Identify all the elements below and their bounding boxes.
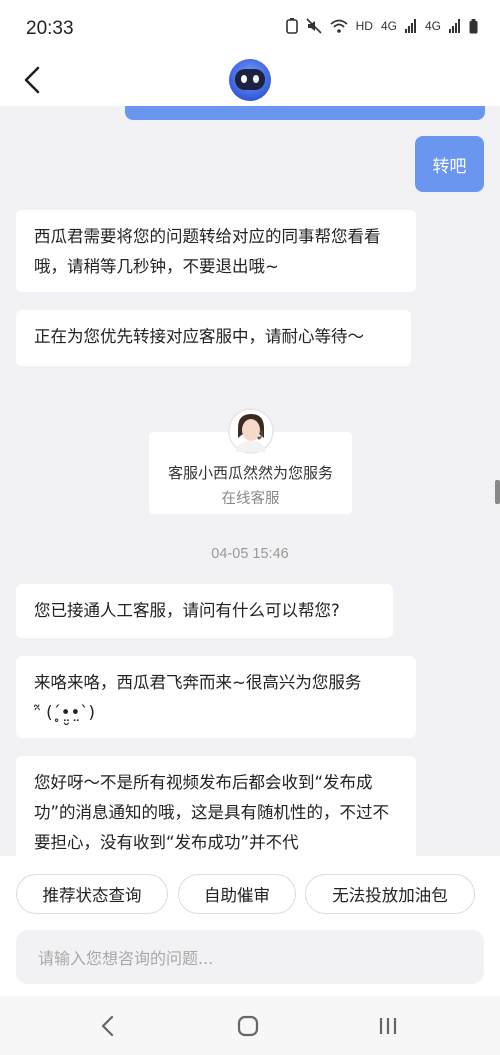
message-timestamp: 04-05 15:46 xyxy=(211,546,289,562)
user-message-partial xyxy=(125,106,485,120)
signal-icon xyxy=(449,19,460,33)
hd-label: HD xyxy=(355,19,373,33)
agent-message-bubble: 您好呀～不是所有视频发布后都会收到“发布成功”的消息通知的哦，这是具有随机性的，… xyxy=(16,756,416,856)
wifi-icon xyxy=(330,19,348,33)
signal-1-label: 4G xyxy=(380,19,397,33)
chat-header xyxy=(0,58,500,106)
agent-message-line: 来咯来咯，西瓜君飞奔而来~很高兴为您服务 xyxy=(34,673,362,692)
signal-2-label: 4G xyxy=(424,19,441,33)
scrollbar-thumb[interactable] xyxy=(495,480,500,504)
chat-area[interactable]: 转吧 西瓜君需要将您的问题转给对应的同事帮您看看哦，请稍等几秒钟，不要退出哦~ … xyxy=(0,106,500,856)
quick-reply-chip[interactable]: 推荐状态查询 xyxy=(16,874,168,914)
status-time: 20:33 xyxy=(26,18,74,39)
nav-recents-icon[interactable] xyxy=(372,1010,404,1042)
back-button[interactable] xyxy=(18,64,50,96)
signal-icon xyxy=(404,19,416,33)
message-input[interactable]: 请输入您想咨询的问题... xyxy=(16,930,484,984)
bot-message-bubble: 正在为您优先转接对应客服中，请耐心等待～ xyxy=(16,310,411,366)
agent-message-bubble: 来咯来咯，西瓜君飞奔而来~很高兴为您服务 ᵔ̃ (ˊ̥•̤̮•̤ˋ) xyxy=(16,656,416,738)
status-icons: HD 4G 4G xyxy=(285,18,478,34)
system-nav-bar xyxy=(0,996,500,1055)
bot-message-bubble: 西瓜君需要将您的问题转给对应的同事帮您看看哦，请稍等几秒钟，不要退出哦~ xyxy=(16,210,416,292)
agent-card: 客服小西瓜然然为您服务 在线客服 xyxy=(149,408,352,514)
agent-avatar-icon xyxy=(228,408,274,454)
robot-avatar-icon xyxy=(229,59,271,101)
recycle-icon xyxy=(285,18,298,34)
agent-message-line: ᵔ̃ (ˊ̥•̤̮•̤ˋ) xyxy=(34,703,95,722)
agent-name: 客服小西瓜然然为您服务 xyxy=(167,464,333,482)
status-bar: 20:33 HD 4G 4G xyxy=(0,0,500,58)
quick-reply-chip[interactable]: 无法投放加油包 xyxy=(305,874,475,914)
agent-role: 在线客服 xyxy=(221,491,280,507)
quick-reply-chip[interactable]: 自助催审 xyxy=(178,874,296,914)
mute-icon xyxy=(306,18,322,34)
nav-back-icon[interactable] xyxy=(92,1010,124,1042)
nav-home-icon[interactable] xyxy=(232,1010,264,1042)
user-message-bubble: 转吧 xyxy=(415,136,484,192)
agent-message-bubble: 您已接通人工客服，请问有什么可以帮您? xyxy=(16,584,393,638)
battery-icon xyxy=(469,18,478,33)
quick-reply-bar: 推荐状态查询 自助催审 无法投放加油包 请输入您想咨询的问题... xyxy=(0,856,500,996)
